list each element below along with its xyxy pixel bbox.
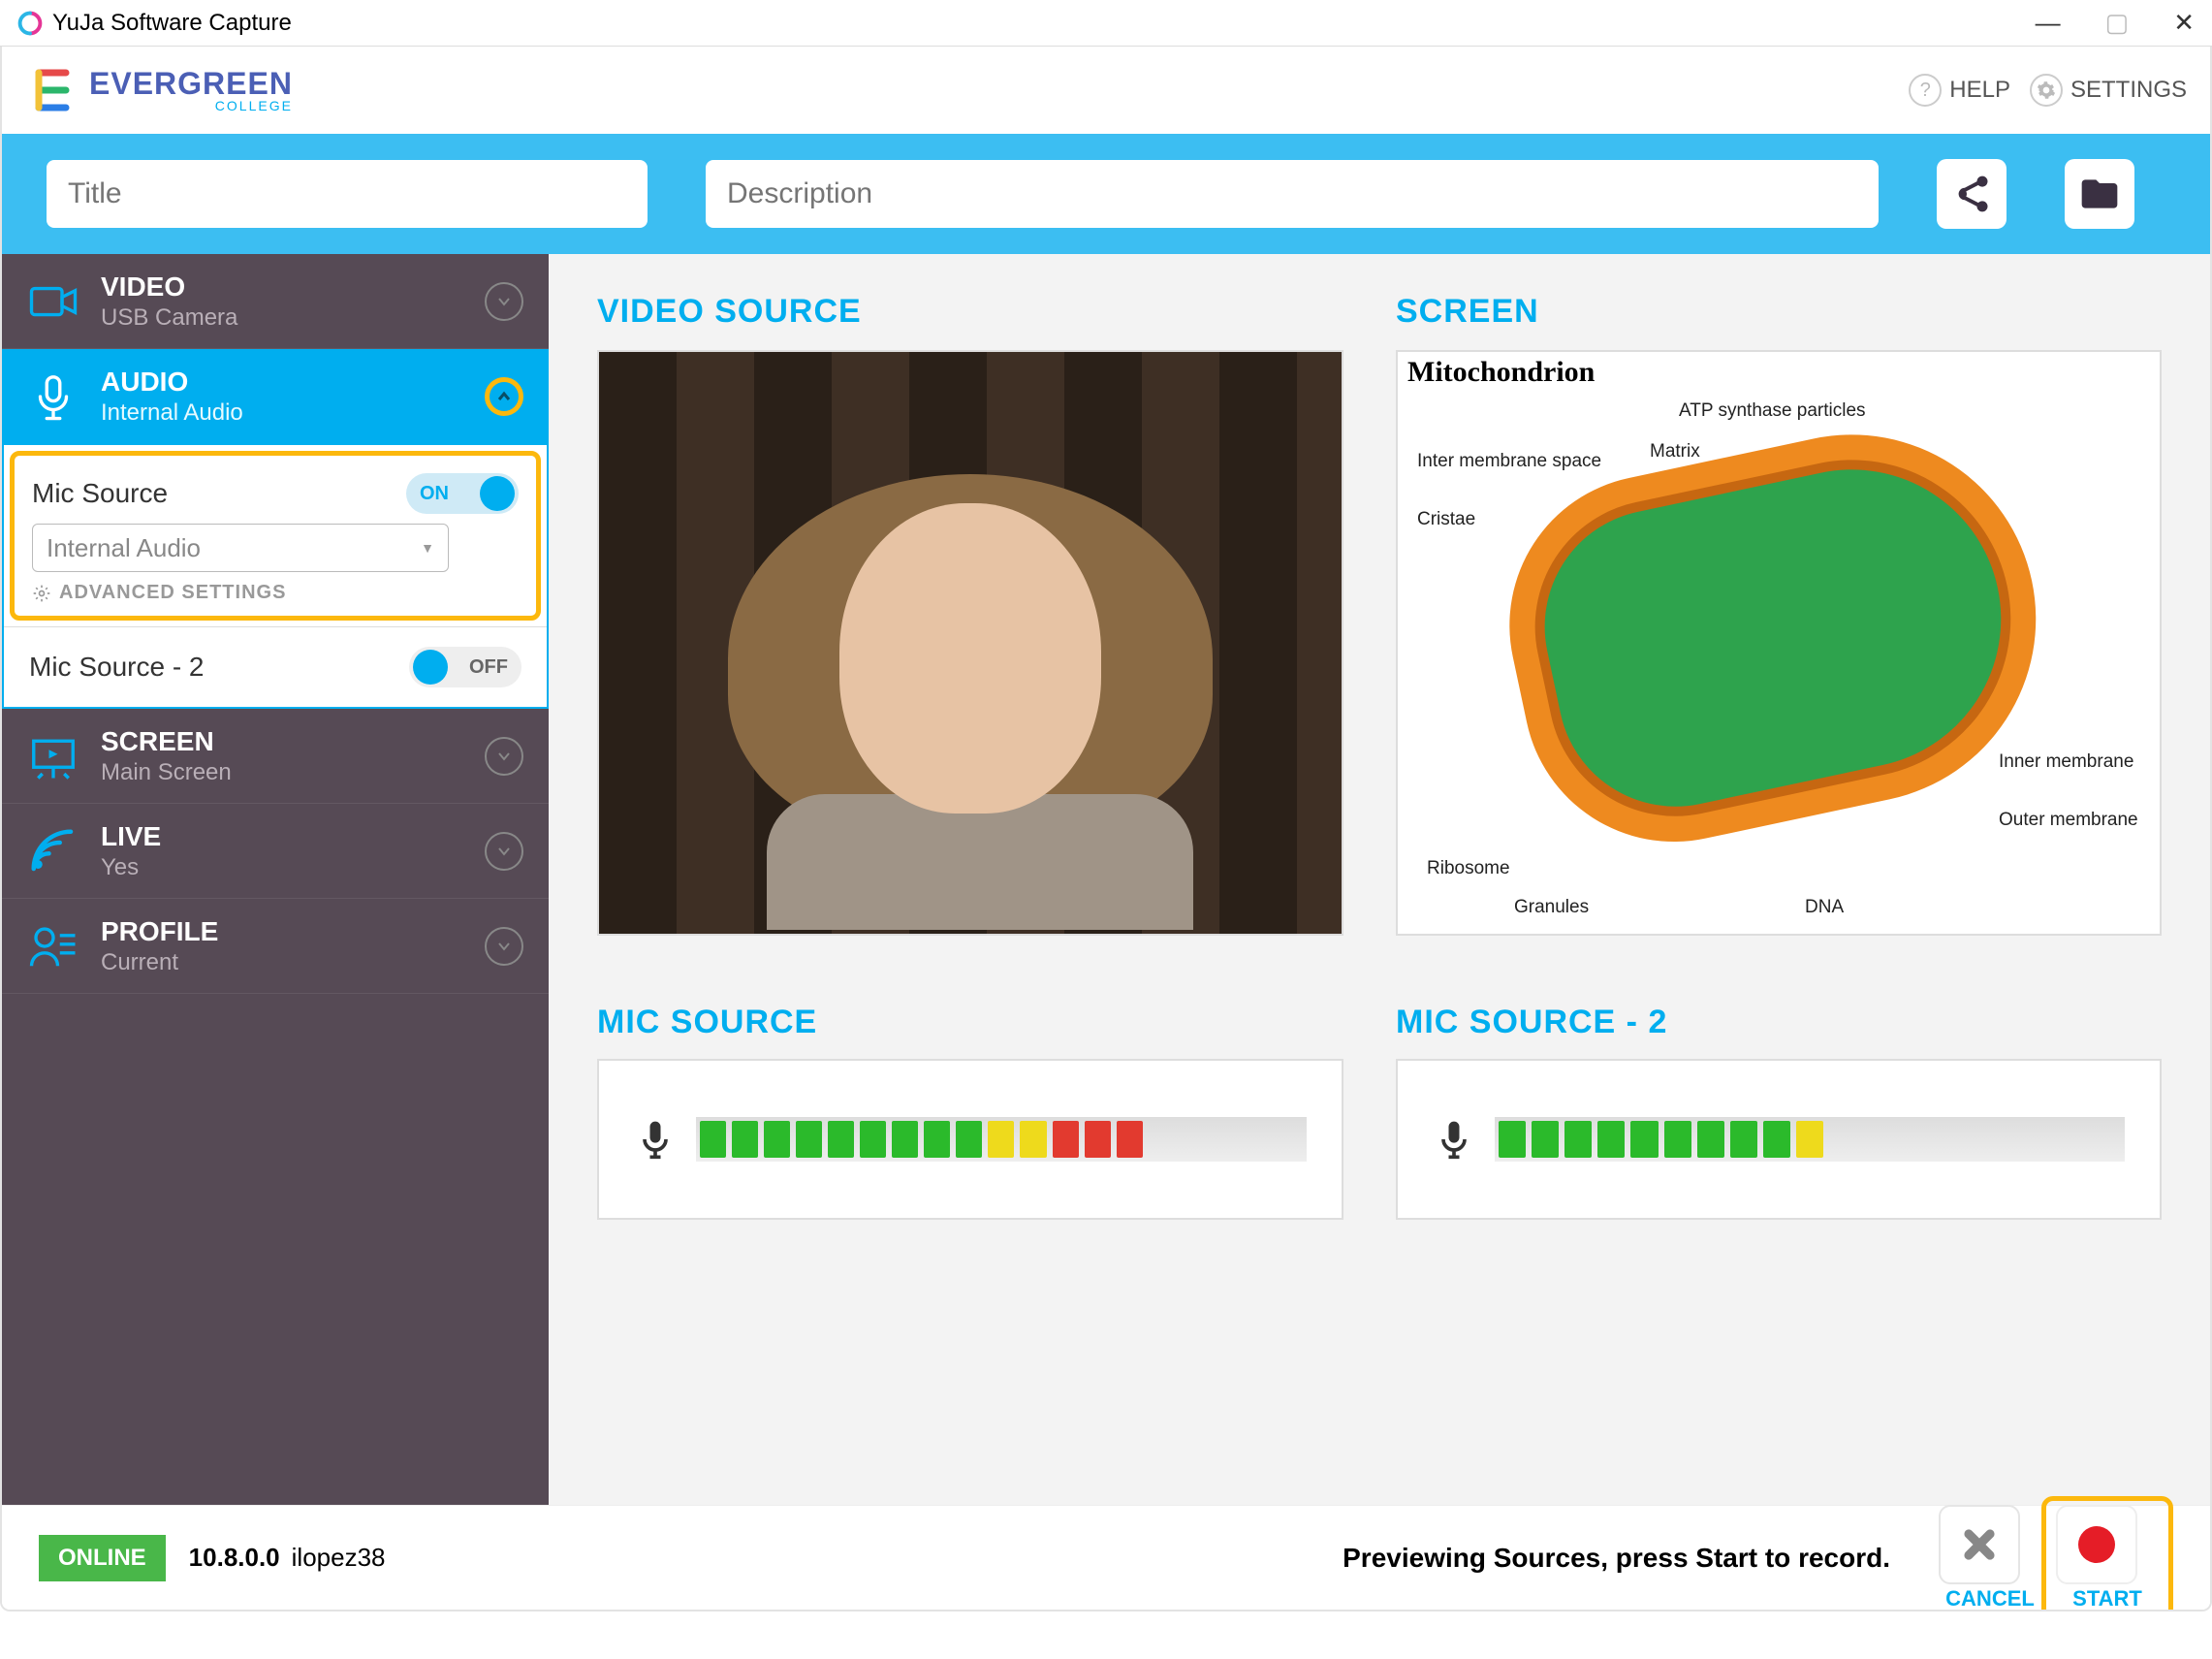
- mic2-level-meter: [1396, 1059, 2162, 1220]
- username-text: ilopez38: [292, 1543, 386, 1573]
- record-icon: [2078, 1526, 2115, 1563]
- live-title: LIVE: [101, 819, 161, 853]
- audio-settings-panel: Mic Source ON Internal Audio ▼ ADVANCED …: [2, 443, 549, 709]
- college-icon: [25, 63, 79, 117]
- start-label: START: [2072, 1586, 2142, 1611]
- sidebar-item-screen[interactable]: SCREEN Main Screen: [2, 709, 549, 804]
- video-source-preview: [597, 350, 1343, 936]
- preview-area: VIDEO SOURCE SCREEN Mitochondrion ATP sy…: [549, 254, 2210, 1505]
- mic1-source-select[interactable]: Internal Audio ▼: [32, 524, 449, 572]
- college-name: EVERGREEN: [89, 68, 293, 99]
- mic2-toggle-label: OFF: [469, 656, 508, 679]
- video-title: VIDEO: [101, 270, 237, 303]
- start-button[interactable]: [2056, 1505, 2137, 1584]
- screen-icon: [27, 730, 79, 782]
- sidebar-item-profile[interactable]: PROFILE Current: [2, 899, 549, 994]
- mic-source-2-heading: MIC SOURCE - 2: [1396, 1004, 2162, 1041]
- college-logo: EVERGREEN COLLEGE: [25, 63, 293, 117]
- window-title: YuJa Software Capture: [52, 10, 292, 37]
- chevron-down-icon: [485, 927, 523, 966]
- maximize-button[interactable]: ▢: [2105, 8, 2130, 38]
- video-source-heading: VIDEO SOURCE: [597, 293, 1343, 331]
- chevron-down-icon: [485, 832, 523, 871]
- screen-preview-title: Mitochondrion: [1398, 352, 2160, 393]
- share-icon: [1950, 173, 1993, 215]
- mic-source-1-heading: MIC SOURCE: [597, 1004, 1343, 1041]
- settings-button[interactable]: SETTINGS: [2030, 74, 2187, 107]
- help-button[interactable]: ? HELP: [1909, 74, 2010, 107]
- help-label: HELP: [1949, 77, 2010, 104]
- diagram-label: ATP synthase particles: [1679, 400, 1866, 422]
- mic1-label: Mic Source: [32, 478, 168, 509]
- video-sub: USB Camera: [101, 303, 237, 333]
- profile-sub: Current: [101, 948, 218, 977]
- chevron-down-icon: [485, 737, 523, 776]
- advanced-label: ADVANCED SETTINGS: [59, 582, 286, 604]
- mic2-toggle[interactable]: OFF: [409, 647, 521, 687]
- close-icon: [1958, 1523, 2001, 1566]
- mic1-level-meter: [597, 1059, 1343, 1220]
- mic1-toggle-label: ON: [420, 483, 449, 505]
- close-button[interactable]: ✕: [2173, 8, 2195, 38]
- footer: ONLINE 10.8.0.0 ilopez38 Previewing Sour…: [2, 1505, 2210, 1610]
- mic2-label: Mic Source - 2: [29, 652, 205, 683]
- microphone-icon: [27, 370, 79, 423]
- diagram-label: Inter membrane space: [1417, 451, 1601, 472]
- screen-preview: Mitochondrion ATP synthase particles Mat…: [1396, 350, 2162, 936]
- broadcast-icon: [27, 825, 79, 877]
- sidebar-item-video[interactable]: VIDEO USB Camera: [2, 254, 549, 349]
- status-text: Previewing Sources, press Start to recor…: [1343, 1543, 1890, 1574]
- title-input[interactable]: [47, 160, 648, 228]
- video-icon: [27, 275, 79, 328]
- online-badge: ONLINE: [39, 1535, 166, 1581]
- diagram-label: Granules: [1514, 897, 1589, 918]
- microphone-icon: [634, 1118, 677, 1161]
- settings-label: SETTINGS: [2070, 77, 2187, 104]
- screen-sub: Main Screen: [101, 758, 232, 787]
- minimize-button[interactable]: —: [2036, 8, 2061, 38]
- header: EVERGREEN COLLEGE ? HELP SETTINGS: [2, 47, 2210, 134]
- diagram-label: Inner membrane: [1999, 751, 2133, 773]
- sidebar-item-audio[interactable]: AUDIO Internal Audio: [2, 349, 549, 443]
- profile-title: PROFILE: [101, 914, 218, 948]
- cancel-label: CANCEL: [1945, 1586, 2035, 1611]
- cancel-button[interactable]: [1939, 1505, 2020, 1584]
- mic-source-2-group: Mic Source - 2 OFF: [4, 626, 547, 707]
- mic1-toggle[interactable]: ON: [406, 473, 519, 514]
- toggle-knob: [480, 476, 515, 511]
- diagram-label: Matrix: [1650, 441, 1700, 463]
- audio-title: AUDIO: [101, 365, 243, 399]
- audio-sub: Internal Audio: [101, 399, 243, 428]
- diagram-label: Ribosome: [1427, 858, 1510, 879]
- titlebar: YuJa Software Capture — ▢ ✕: [0, 0, 2212, 47]
- sidebar-item-live[interactable]: LIVE Yes: [2, 804, 549, 899]
- share-button[interactable]: [1937, 159, 2007, 229]
- screen-heading: SCREEN: [1396, 293, 2162, 331]
- diagram-label: Outer membrane: [1999, 810, 2138, 831]
- description-input[interactable]: [706, 160, 1879, 228]
- folder-icon: [2078, 173, 2121, 215]
- sidebar: VIDEO USB Camera AUDIO Internal Audio Mi…: [2, 254, 549, 1505]
- college-sub: COLLEGE: [215, 99, 293, 112]
- gear-icon: [32, 584, 51, 603]
- mic1-select-value: Internal Audio: [47, 533, 201, 563]
- gear-icon: [2030, 74, 2063, 107]
- profile-icon: [27, 920, 79, 973]
- action-bar: [2, 134, 2210, 254]
- version-text: 10.8.0.0: [189, 1543, 280, 1573]
- live-sub: Yes: [101, 853, 161, 882]
- folder-button[interactable]: [2065, 159, 2134, 229]
- diagram-label: Cristae: [1417, 509, 1475, 530]
- diagram-label: DNA: [1805, 897, 1844, 918]
- advanced-settings-button[interactable]: ADVANCED SETTINGS: [32, 582, 519, 604]
- app-logo-icon: [17, 11, 43, 36]
- mic-source-1-group: Mic Source ON Internal Audio ▼ ADVANCED …: [10, 451, 541, 621]
- toggle-knob: [413, 650, 448, 685]
- microphone-icon: [1433, 1118, 1475, 1161]
- screen-title: SCREEN: [101, 724, 232, 758]
- chevron-up-icon: [485, 377, 523, 416]
- dropdown-arrow-icon: ▼: [421, 540, 434, 556]
- chevron-down-icon: [485, 282, 523, 321]
- help-icon: ?: [1909, 74, 1942, 107]
